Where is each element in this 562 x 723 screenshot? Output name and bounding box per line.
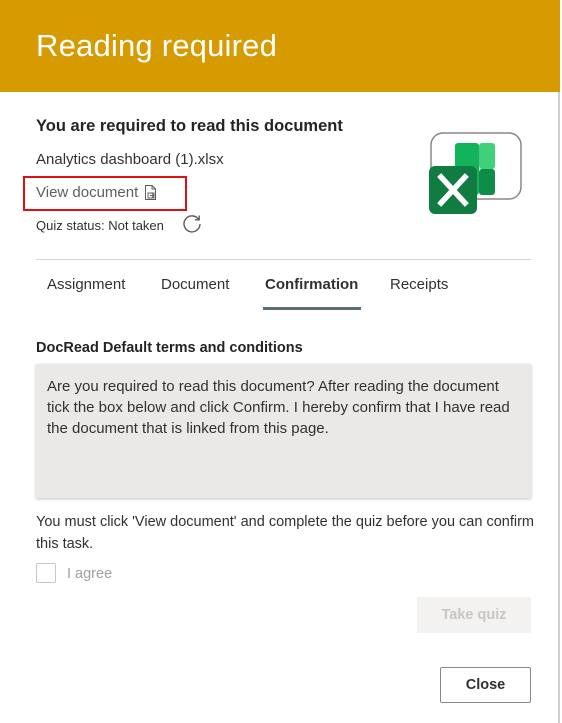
refresh-icon[interactable] — [181, 213, 203, 235]
terms-heading: DocRead Default terms and conditions — [36, 340, 303, 356]
tab-assignment[interactable]: Assignment — [47, 276, 125, 293]
open-document-icon — [145, 185, 157, 200]
dialog-header: Reading required — [0, 0, 560, 92]
close-button[interactable]: Close — [440, 667, 531, 703]
agree-label: I agree — [67, 566, 113, 582]
agree-checkbox[interactable] — [36, 563, 56, 583]
active-tab-indicator — [263, 307, 361, 310]
file-name: Analytics dashboard (1).xlsx — [36, 151, 224, 168]
tab-receipts[interactable]: Receipts — [390, 276, 448, 293]
terms-body: Are you required to read this document? … — [36, 364, 531, 498]
tab-confirmation[interactable]: Confirmation — [265, 276, 358, 293]
view-document-label: View document — [36, 184, 139, 201]
confirmation-notice: You must click 'View document' and compl… — [36, 514, 534, 552]
section-divider — [36, 259, 531, 260]
dialog-title: Reading required — [36, 28, 278, 63]
excel-icon — [429, 132, 522, 214]
view-document-link[interactable]: View document — [36, 184, 157, 201]
quiz-status: Quiz status: Not taken — [36, 218, 164, 233]
tab-document[interactable]: Document — [161, 276, 229, 293]
take-quiz-button[interactable]: Take quiz — [417, 597, 531, 633]
document-heading: You are required to read this document — [36, 117, 343, 135]
